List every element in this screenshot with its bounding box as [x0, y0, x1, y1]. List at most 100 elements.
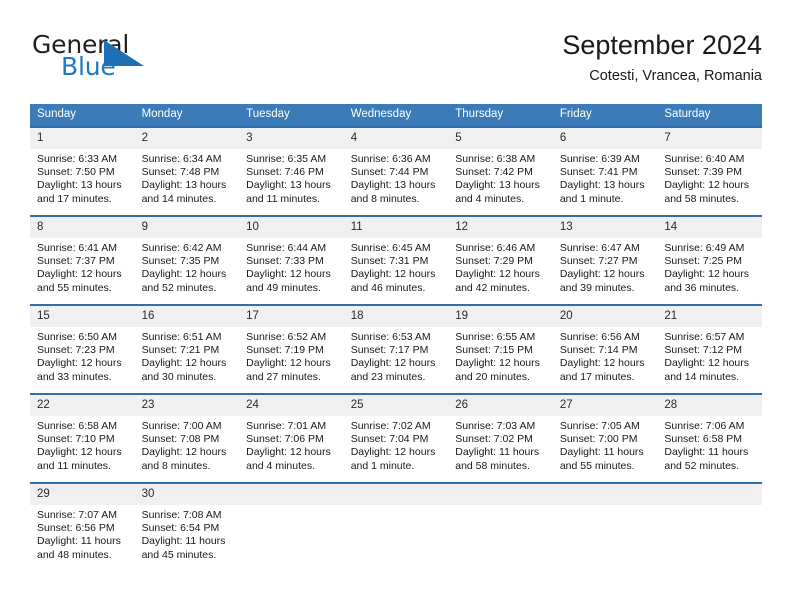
daylight-duration-line2: and 30 minutes. [141, 370, 217, 383]
calendar-day-cell[interactable]: 4 Sunrise: 6:36 AM Sunset: 7:44 PM Daylight… [343, 126, 449, 216]
day-number: 21 [657, 306, 762, 327]
calendar-day-cell[interactable]: 28 Sunrise: 7:06 AM Sunset: 6:58 PM Dayligh… [657, 393, 762, 483]
sunrise-time: Sunrise: 6:50 AM [37, 331, 117, 343]
sunset-time: Sunset: 7:10 PM [37, 433, 115, 446]
sunrise-time: Sunrise: 6:56 AM [559, 331, 640, 343]
sunrise-time: Sunrise: 6:39 AM [559, 153, 640, 165]
calendar-day-cell[interactable]: 23 Sunrise: 7:00 AM Sunset: 7:08 PM Dayligh… [134, 393, 240, 483]
sunset-time: Sunset: 7:02 PM [455, 433, 533, 446]
sunset-time: Sunset: 7:37 PM [37, 255, 115, 268]
sunrise-time: Sunrise: 6:53 AM [350, 331, 431, 343]
calendar-grid-container: Sunday Monday Tuesday Wednesday Thursday… [30, 104, 762, 566]
calendar-day-cell[interactable]: 21 Sunrise: 6:57 AM Sunset: 7:12 PM Dayligh… [657, 304, 762, 394]
title-block: September 2024 Cotesti, Vrancea, Romania [562, 28, 762, 86]
day-number: 5 [448, 128, 553, 149]
calendar-page: General Blue September 2024 Cotesti, Vra… [0, 0, 792, 612]
day-details: Sunrise: 6:58 AM Sunset: 7:10 PM Daylight:… [30, 416, 135, 473]
sunrise-time: Sunrise: 7:01 AM [246, 420, 327, 432]
calendar-day-cell[interactable]: 17 Sunrise: 6:52 AM Sunset: 7:19 PM Dayligh… [239, 304, 344, 394]
calendar-day-cell[interactable]: 6 Sunrise: 6:39 AM Sunset: 7:41 PM Daylight… [552, 126, 658, 216]
calendar-day-cell[interactable]: 30 Sunrise: 7:08 AM Sunset: 6:54 PM Dayligh… [134, 482, 240, 566]
calendar-day-cell[interactable]: 22 Sunrise: 6:58 AM Sunset: 7:10 PM Dayligh… [30, 393, 135, 483]
calendar-day-cell[interactable]: 24 Sunrise: 7:01 AM Sunset: 7:06 PM Dayligh… [239, 393, 344, 483]
day-number: 24 [239, 395, 344, 416]
sunrise-time: Sunrise: 6:58 AM [37, 420, 117, 432]
sunrise-time: Sunrise: 6:42 AM [141, 242, 222, 254]
calendar-week-row: 15 Sunrise: 6:50 AM Sunset: 7:23 PM Dayligh… [30, 304, 762, 394]
calendar-day-cell[interactable]: 1 Sunrise: 6:33 AM Sunset: 7:50 PM Daylight… [30, 126, 135, 216]
daylight-duration-line1: Daylight: 12 hours [350, 357, 436, 370]
daylight-duration-line1: Daylight: 13 hours [350, 179, 436, 192]
day-number [448, 484, 553, 505]
sunset-time: Sunset: 7:27 PM [559, 255, 638, 268]
day-number [343, 484, 449, 505]
calendar-day-cell[interactable]: 10 Sunrise: 6:44 AM Sunset: 7:33 PM Dayligh… [239, 215, 344, 305]
daylight-duration-line2: and 8 minutes. [141, 459, 211, 472]
daylight-duration-line2: and 49 minutes. [246, 281, 321, 294]
day-number: 9 [134, 217, 240, 238]
day-number: 28 [657, 395, 762, 416]
daylight-duration-line1: Daylight: 12 hours [141, 268, 227, 281]
sunrise-time: Sunrise: 6:47 AM [559, 242, 640, 254]
daylight-duration-line2: and 17 minutes. [37, 192, 112, 205]
day-number: 29 [30, 484, 135, 505]
calendar-day-cell[interactable]: 26 Sunrise: 7:03 AM Sunset: 7:02 PM Dayligh… [448, 393, 553, 483]
calendar-day-cell[interactable]: 8 Sunrise: 6:41 AM Sunset: 7:37 PM Daylight… [30, 215, 135, 305]
calendar-day-cell[interactable]: 18 Sunrise: 6:53 AM Sunset: 7:17 PM Dayligh… [343, 304, 449, 394]
sunrise-time: Sunrise: 7:00 AM [141, 420, 222, 432]
sunrise-time: Sunrise: 6:55 AM [455, 331, 536, 343]
day-details: Sunrise: 6:53 AM Sunset: 7:17 PM Daylight:… [344, 327, 449, 384]
calendar-day-cell[interactable]: 14 Sunrise: 6:49 AM Sunset: 7:25 PM Dayligh… [657, 215, 762, 305]
weekday-header-saturday: Saturday [657, 104, 762, 127]
day-details: Sunrise: 6:33 AM Sunset: 7:50 PM Daylight:… [30, 149, 135, 206]
day-details: Sunrise: 6:57 AM Sunset: 7:12 PM Daylight:… [657, 327, 762, 384]
daylight-duration-line1: Daylight: 12 hours [559, 357, 645, 370]
daylight-duration-line1: Daylight: 12 hours [141, 357, 227, 370]
calendar-cell-empty [448, 482, 553, 566]
day-details: Sunrise: 6:55 AM Sunset: 7:15 PM Daylight:… [448, 327, 553, 384]
brand-logo[interactable]: General Blue [30, 28, 230, 84]
sunset-time: Sunset: 7:48 PM [141, 166, 220, 179]
daylight-duration-line1: Daylight: 12 hours [455, 357, 540, 370]
sunset-time: Sunset: 6:56 PM [37, 522, 115, 535]
calendar-day-cell[interactable]: 13 Sunrise: 6:47 AM Sunset: 7:27 PM Dayligh… [552, 215, 658, 305]
sunset-time: Sunset: 7:33 PM [246, 255, 324, 268]
sunrise-time: Sunrise: 6:38 AM [455, 153, 536, 165]
daylight-duration-line2: and 11 minutes. [246, 192, 321, 205]
calendar-day-cell[interactable]: 25 Sunrise: 7:02 AM Sunset: 7:04 PM Dayligh… [343, 393, 449, 483]
day-details: Sunrise: 6:39 AM Sunset: 7:41 PM Daylight:… [553, 149, 658, 206]
daylight-duration-line1: Daylight: 12 hours [246, 268, 331, 281]
calendar-day-cell[interactable]: 15 Sunrise: 6:50 AM Sunset: 7:23 PM Dayligh… [30, 304, 135, 394]
sunset-time: Sunset: 7:23 PM [37, 344, 115, 357]
calendar-day-cell[interactable]: 12 Sunrise: 6:46 AM Sunset: 7:29 PM Dayligh… [448, 215, 553, 305]
sunset-time: Sunset: 7:29 PM [455, 255, 533, 268]
daylight-duration-line1: Daylight: 12 hours [664, 179, 750, 192]
sunset-time: Sunset: 7:15 PM [455, 344, 533, 357]
daylight-duration-line2: and 36 minutes. [664, 281, 740, 294]
sunset-time: Sunset: 7:17 PM [350, 344, 429, 357]
calendar-day-cell[interactable]: 11 Sunrise: 6:45 AM Sunset: 7:31 PM Dayligh… [343, 215, 449, 305]
calendar-day-cell[interactable]: 9 Sunrise: 6:42 AM Sunset: 7:35 PM Daylight… [134, 215, 240, 305]
calendar-day-cell[interactable]: 16 Sunrise: 6:51 AM Sunset: 7:21 PM Dayligh… [134, 304, 240, 394]
daylight-duration-line1: Daylight: 13 hours [455, 179, 540, 192]
daylight-duration-line2: and 48 minutes. [37, 548, 112, 561]
daylight-duration-line2: and 52 minutes. [664, 459, 740, 472]
day-details: Sunrise: 6:35 AM Sunset: 7:46 PM Daylight:… [239, 149, 344, 206]
calendar-day-cell[interactable]: 3 Sunrise: 6:35 AM Sunset: 7:46 PM Daylight… [239, 126, 344, 216]
calendar-day-cell[interactable]: 19 Sunrise: 6:55 AM Sunset: 7:15 PM Dayligh… [448, 304, 553, 394]
calendar-day-cell[interactable]: 2 Sunrise: 6:34 AM Sunset: 7:48 PM Daylight… [134, 126, 240, 216]
day-details: Sunrise: 6:34 AM Sunset: 7:48 PM Daylight:… [135, 149, 240, 206]
calendar-day-cell[interactable]: 29 Sunrise: 7:07 AM Sunset: 6:56 PM Dayligh… [30, 482, 135, 566]
calendar-week-row: 22 Sunrise: 6:58 AM Sunset: 7:10 PM Dayligh… [30, 393, 762, 483]
calendar-day-cell[interactable]: 5 Sunrise: 6:38 AM Sunset: 7:42 PM Daylight… [448, 126, 553, 216]
calendar-week-row: 1 Sunrise: 6:33 AM Sunset: 7:50 PM Daylight… [30, 126, 762, 216]
page-subtitle: Cotesti, Vrancea, Romania [589, 68, 762, 84]
weekday-header-tuesday: Tuesday [239, 104, 344, 127]
calendar-day-cell[interactable]: 20 Sunrise: 6:56 AM Sunset: 7:14 PM Dayligh… [552, 304, 658, 394]
calendar-day-cell[interactable]: 7 Sunrise: 6:40 AM Sunset: 7:39 PM Daylight… [657, 126, 762, 216]
day-details: Sunrise: 7:08 AM Sunset: 6:54 PM Daylight:… [135, 505, 240, 562]
sunset-time: Sunset: 7:00 PM [559, 433, 638, 446]
sunrise-time: Sunrise: 6:40 AM [664, 153, 745, 165]
sunrise-time: Sunrise: 6:52 AM [246, 331, 327, 343]
calendar-day-cell[interactable]: 27 Sunrise: 7:05 AM Sunset: 7:00 PM Dayligh… [552, 393, 658, 483]
